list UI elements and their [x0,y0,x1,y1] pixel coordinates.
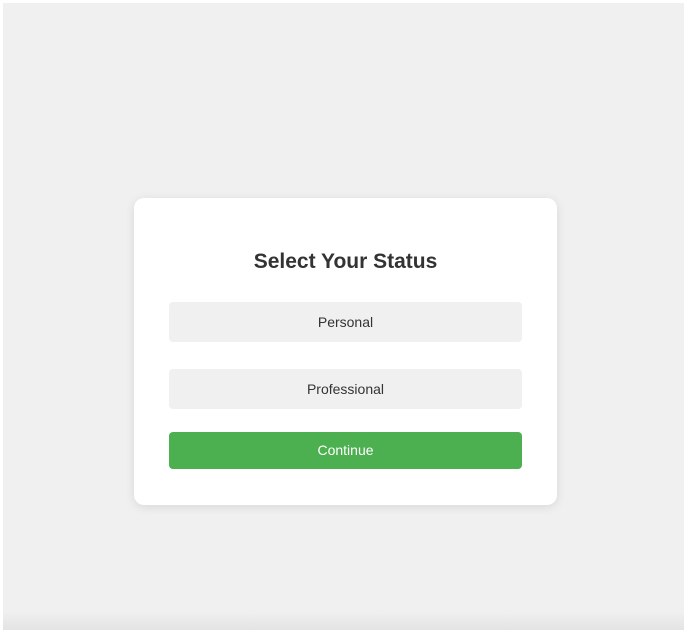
personal-option-button[interactable]: Personal [169,302,522,342]
continue-button[interactable]: Continue [169,432,522,469]
professional-option-button[interactable]: Professional [169,369,522,409]
page-background: Select Your Status Personal Professional… [3,3,684,628]
status-selection-card: Select Your Status Personal Professional… [134,198,557,505]
bottom-shadow [3,612,684,630]
dialog-title: Select Your Status [253,250,438,273]
page: Select Your Status Personal Professional… [0,0,684,633]
